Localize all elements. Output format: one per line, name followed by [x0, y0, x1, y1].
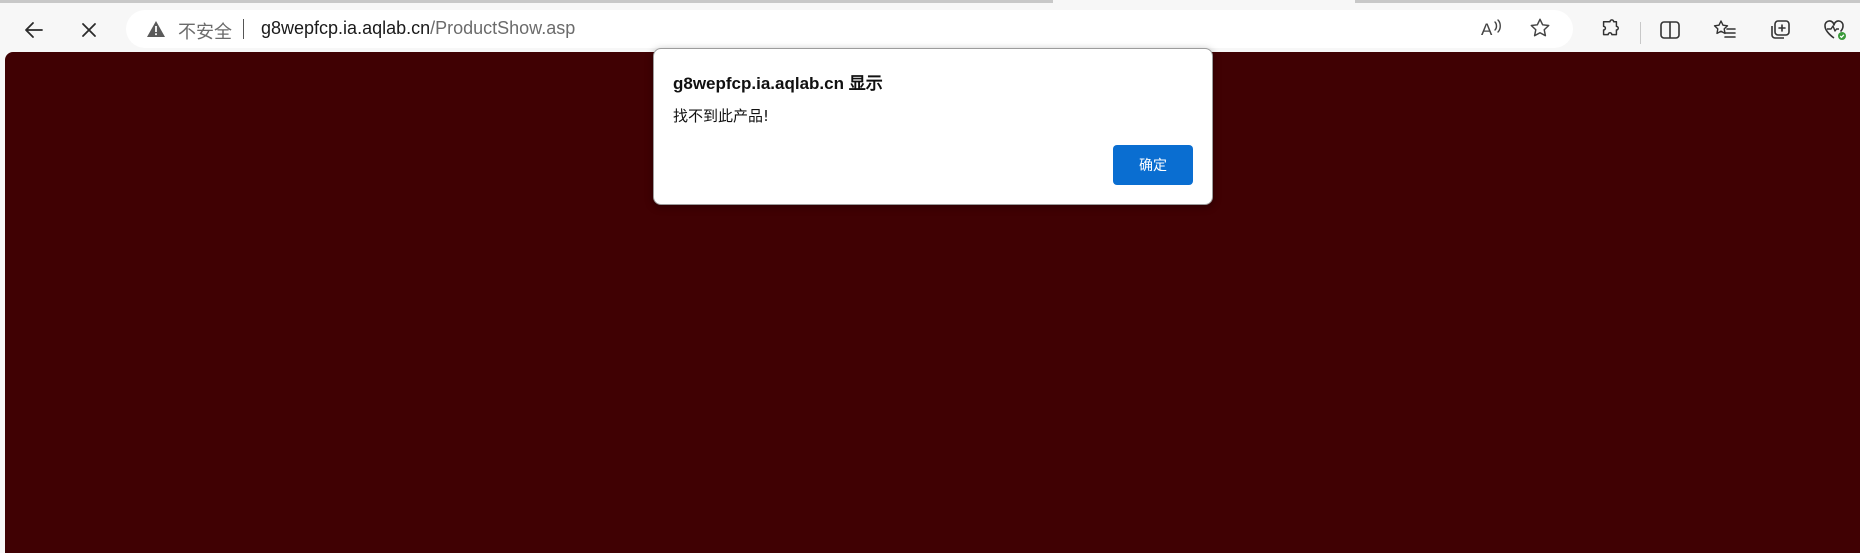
security-status-label[interactable]: 不安全	[178, 18, 232, 44]
url-text[interactable]: g8wepfcp.ia.aqlab.cn/ProductShow.asp	[261, 18, 575, 39]
star-icon	[1529, 17, 1551, 43]
alert-dialog: g8wepfcp.ia.aqlab.cn 显示 找不到此产品! 确定	[653, 48, 1213, 205]
extensions-button[interactable]	[1590, 12, 1630, 48]
tab-strip-segment	[1355, 0, 1860, 3]
split-screen-icon	[1659, 20, 1681, 40]
favorite-button[interactable]	[1526, 16, 1554, 44]
read-aloud-button[interactable]: A	[1478, 16, 1506, 44]
puzzle-icon	[1599, 19, 1621, 41]
url-host: g8wepfcp.ia.aqlab.cn	[261, 18, 431, 38]
browser-toolbar: 不安全 g8wepfcp.ia.aqlab.cn/ProductShow.asp…	[0, 6, 1860, 52]
browser-essentials-button[interactable]	[1815, 12, 1855, 48]
back-button[interactable]	[14, 12, 54, 48]
dialog-message: 找不到此产品!	[673, 107, 770, 125]
split-screen-button[interactable]	[1650, 12, 1690, 48]
read-aloud-icon: A	[1480, 17, 1504, 43]
svg-text:A: A	[1481, 20, 1493, 39]
back-arrow-icon	[22, 18, 46, 42]
favorites-button[interactable]	[1705, 12, 1745, 48]
heart-pulse-icon	[1822, 18, 1848, 42]
collections-icon	[1769, 19, 1791, 41]
ok-button[interactable]: 确定	[1113, 145, 1193, 185]
warning-triangle-icon[interactable]	[146, 20, 166, 42]
toolbar-divider	[1640, 22, 1641, 44]
stop-loading-button[interactable]	[69, 12, 109, 48]
favorites-list-icon	[1713, 19, 1737, 41]
tab-strip-segment	[0, 0, 1053, 3]
dialog-title: g8wepfcp.ia.aqlab.cn 显示	[673, 74, 883, 93]
collections-button[interactable]	[1760, 12, 1800, 48]
url-path: /ProductShow.asp	[430, 18, 576, 38]
address-bar[interactable]: 不安全 g8wepfcp.ia.aqlab.cn/ProductShow.asp…	[126, 10, 1573, 48]
close-icon	[79, 20, 99, 40]
address-separator	[243, 19, 244, 39]
